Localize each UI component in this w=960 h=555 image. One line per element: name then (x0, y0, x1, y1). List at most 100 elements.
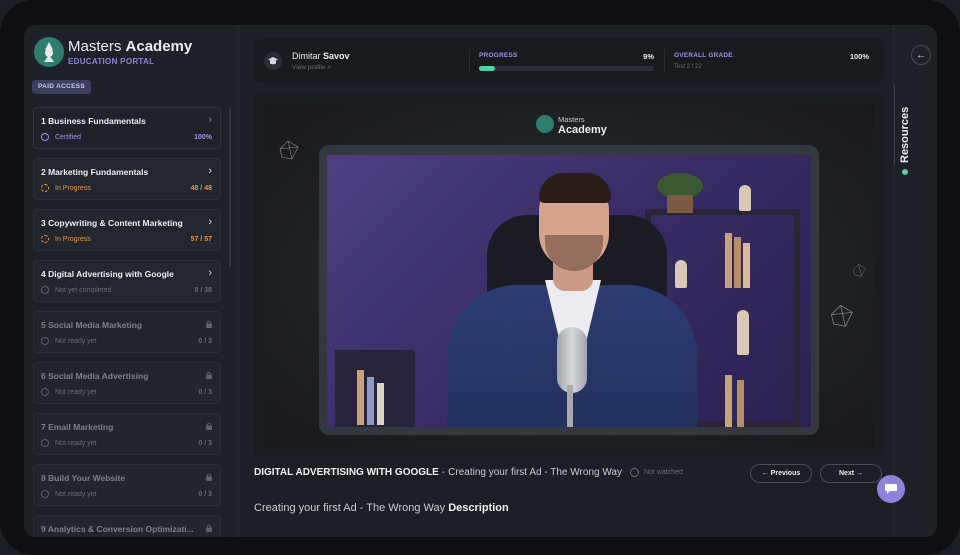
course-status: Not ready yet (41, 439, 97, 447)
spinner-icon (41, 235, 49, 243)
video-logo-top: Masters (558, 115, 585, 124)
course-status: Certified (41, 133, 81, 141)
course-status: In Progress (41, 184, 91, 192)
course-title: 8 Build Your Website (41, 473, 126, 483)
course-item[interactable]: 6 Social Media Advertising Not ready yet… (33, 362, 221, 404)
course-count: 0 / 3 (198, 491, 212, 498)
course-title: 7 Email Marketing (41, 422, 114, 432)
resources-tab[interactable]: Resources (895, 95, 915, 175)
network-decoration-icon (279, 140, 299, 160)
lock-icon (206, 320, 212, 328)
statue (737, 310, 749, 355)
book (367, 377, 374, 425)
brand-name-light: Masters (68, 38, 122, 55)
course-status: Not yet completed (41, 286, 111, 294)
course-status-label: In Progress (55, 235, 91, 243)
lesson-course-name: DIGITAL ADVERTISING WITH GOOGLE (254, 467, 439, 478)
course-count: 0 / 38 (194, 287, 212, 294)
video-logo-bottom: Academy (558, 124, 607, 136)
course-count: 100% (194, 134, 212, 141)
network-decoration-icon (853, 264, 866, 277)
course-title: 4 Digital Advertising with Google (41, 269, 174, 279)
statue (739, 185, 751, 211)
microphone-stand (567, 385, 573, 427)
course-item[interactable]: 5 Social Media Marketing Not ready yet 0… (33, 311, 221, 353)
view-profile-link[interactable]: View profile > (292, 64, 331, 71)
sidebar-scrollbar[interactable] (229, 107, 231, 267)
course-status-label: Not ready yet (55, 388, 97, 396)
video-frame[interactable]: Masters Academy (264, 103, 874, 449)
lock-icon (206, 473, 212, 481)
course-item[interactable]: 1 Business Fundamentals › Certified 100% (33, 107, 221, 149)
lesson-title: DIGITAL ADVERTISING WITH GOOGLE - Creati… (254, 467, 683, 478)
wizard-logo-icon (34, 37, 64, 67)
overall-grade-label: OVERALL GRADE (674, 52, 733, 59)
course-status-label: Not yet completed (55, 286, 112, 294)
progress-header: Dimitar Savov View profile > PROGRESS 9%… (254, 39, 884, 83)
course-status-label: Certified (55, 133, 82, 141)
brand-name-bold: Academy (125, 38, 193, 55)
course-item[interactable]: 4 Digital Advertising with Google › Not … (33, 260, 221, 302)
description-lesson-name: Creating your first Ad - The Wrong Way (254, 502, 446, 514)
graduation-cap-icon (264, 52, 282, 70)
sidebar: Masters Academy EDUCATION PORTAL PAID AC… (24, 25, 239, 537)
video-player[interactable]: Masters Academy (254, 93, 884, 457)
presenter-scene (327, 155, 811, 427)
course-status-label: Not ready yet (55, 337, 97, 345)
circle-icon (41, 337, 49, 345)
course-status: Not ready yet (41, 388, 97, 396)
watched-status-label: Not watched (643, 469, 683, 476)
course-item[interactable]: 3 Copywriting & Content Marketing › In P… (33, 209, 221, 251)
course-status-label: Not ready yet (55, 439, 97, 447)
course-count: 0 / 3 (198, 338, 212, 345)
spinner-icon (41, 184, 49, 192)
lock-icon (206, 524, 212, 532)
course-status: Not ready yet (41, 490, 97, 498)
book (737, 380, 744, 427)
course-title: 2 Marketing Fundamentals (41, 167, 149, 177)
circle-icon (41, 286, 49, 294)
course-status-label: In Progress (55, 184, 91, 192)
course-item[interactable]: 7 Email Marketing Not ready yet 0 / 3 (33, 413, 221, 455)
course-item[interactable]: 2 Marketing Fundamentals › In Progress 4… (33, 158, 221, 200)
wizard-logo-icon (536, 115, 554, 133)
app-screen: Masters Academy EDUCATION PORTAL PAID AC… (24, 25, 937, 537)
course-item[interactable]: 9 Analytics & Conversion Optimizati... (33, 515, 221, 537)
chat-button[interactable] (877, 475, 905, 503)
user-last-name: Savov (323, 51, 350, 61)
status-dot-icon (902, 169, 908, 175)
book (743, 243, 750, 288)
chat-bubble-icon (885, 484, 897, 494)
progress-bar (479, 66, 654, 71)
header-divider (664, 49, 665, 73)
video-watermark-logo: Masters Academy (536, 111, 616, 141)
test-count: Test 2 / 22 (674, 64, 702, 70)
lock-icon (206, 371, 212, 379)
course-title: 1 Business Fundamentals (41, 116, 146, 126)
paid-access-badge: PAID ACCESS (32, 80, 92, 94)
progress-value: 9% (643, 52, 654, 61)
book (725, 375, 732, 427)
statue (675, 260, 687, 288)
brand-subtitle: EDUCATION PORTAL (68, 57, 155, 66)
course-item[interactable]: 8 Build Your Website Not ready yet 0 / 3 (33, 464, 221, 506)
chevron-right-icon: › (208, 216, 212, 228)
progress-bar-fill (479, 66, 495, 71)
brand-name: Masters Academy (68, 38, 192, 55)
check-circle-icon (41, 133, 49, 141)
next-button[interactable]: Next → (820, 464, 882, 483)
lesson-separator: - (441, 467, 446, 478)
brand-logo[interactable]: Masters Academy EDUCATION PORTAL (34, 37, 224, 75)
course-list: 1 Business Fundamentals › Certified 100%… (33, 107, 221, 537)
chevron-right-icon: › (208, 165, 212, 177)
circle-icon (629, 468, 639, 477)
watched-status[interactable]: Not watched (629, 468, 683, 477)
previous-button[interactable]: ← Previous (750, 464, 812, 483)
circle-icon (41, 490, 49, 498)
circle-icon (41, 439, 49, 447)
header-divider (469, 49, 470, 73)
circle-icon (41, 388, 49, 396)
course-count: 0 / 3 (198, 389, 212, 396)
collapse-button[interactable]: ← (911, 45, 931, 65)
course-title: 9 Analytics & Conversion Optimizati... (41, 524, 194, 534)
